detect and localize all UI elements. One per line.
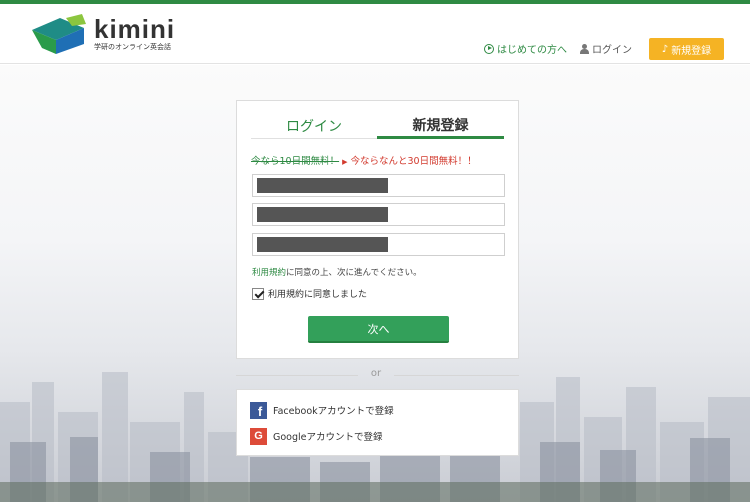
signup-panel: ログイン 新規登録 今なら10日間無料！ ▶ 今ならなんと30日間無料！！ 利用規約… <box>236 100 519 359</box>
promo-new-offer: 今ならなんと30日間無料！！ <box>350 156 477 167</box>
site-header: kimini 学研のオンライン英会話 はじめての方へ ログイン ♪ 新規登録 <box>0 4 750 64</box>
or-divider-text: or <box>370 368 382 379</box>
logo-mark-icon <box>32 14 86 54</box>
signup-field-2[interactable] <box>252 203 505 226</box>
facebook-signup-label: Facebookアカウントで登録 <box>273 406 394 417</box>
redacted-value <box>257 207 388 222</box>
terms-agree-checkbox[interactable] <box>252 287 264 300</box>
facebook-icon: f <box>250 401 267 419</box>
promo-old-offer: 今なら10日間無料！ <box>251 156 340 167</box>
signup-field-3[interactable] <box>252 233 505 256</box>
nav-login-label: ログイン <box>592 45 632 56</box>
redacted-value <box>257 178 388 193</box>
terms-agree-row[interactable]: 利用規約に同意しました <box>252 287 367 300</box>
nav-signup-label: 新規登録 <box>671 45 712 57</box>
next-button[interactable]: 次へ <box>308 316 449 343</box>
terms-notice-rest: に同意の上、次に進んでください。 <box>286 268 422 278</box>
logo-tagline: 学研のオンライン英会話 <box>94 43 171 51</box>
kimini-logo[interactable]: kimini 学研のオンライン英会話 <box>30 14 180 56</box>
nav-first-time-link[interactable]: はじめての方へ <box>484 41 567 56</box>
music-note-icon: ♪ <box>661 43 669 55</box>
terms-notice: 利用規約に同意の上、次に進んでください。 <box>252 266 422 278</box>
social-signup-panel: f Facebookアカウントで登録 G Googleアカウントで登録 <box>236 389 519 456</box>
redacted-value <box>257 237 388 252</box>
terms-link[interactable]: 利用規約 <box>252 268 286 278</box>
nav-login-link[interactable]: ログイン <box>580 41 632 56</box>
person-icon <box>580 43 589 54</box>
tab-login[interactable]: ログイン <box>251 113 377 139</box>
logo-wordmark: kimini <box>94 14 176 44</box>
promo-arrow-icon: ▶ <box>342 158 348 166</box>
tab-signup[interactable]: 新規登録 <box>377 113 504 139</box>
nav-first-time-label: はじめての方へ <box>497 45 567 56</box>
google-signup-button[interactable]: G Googleアカウントで登録 <box>250 427 383 445</box>
or-divider-left <box>236 375 358 376</box>
or-divider-right <box>394 375 519 376</box>
signup-field-1[interactable] <box>252 174 505 197</box>
google-icon: G <box>250 427 267 445</box>
nav-signup-button[interactable]: ♪ 新規登録 <box>649 38 724 60</box>
facebook-signup-button[interactable]: f Facebookアカウントで登録 <box>250 401 394 419</box>
play-circle-icon <box>484 43 494 54</box>
google-signup-label: Googleアカウントで登録 <box>273 432 383 443</box>
promo-text: 今なら10日間無料！ ▶ 今ならなんと30日間無料！！ <box>251 153 477 167</box>
terms-agree-label: 利用規約に同意しました <box>268 290 368 300</box>
